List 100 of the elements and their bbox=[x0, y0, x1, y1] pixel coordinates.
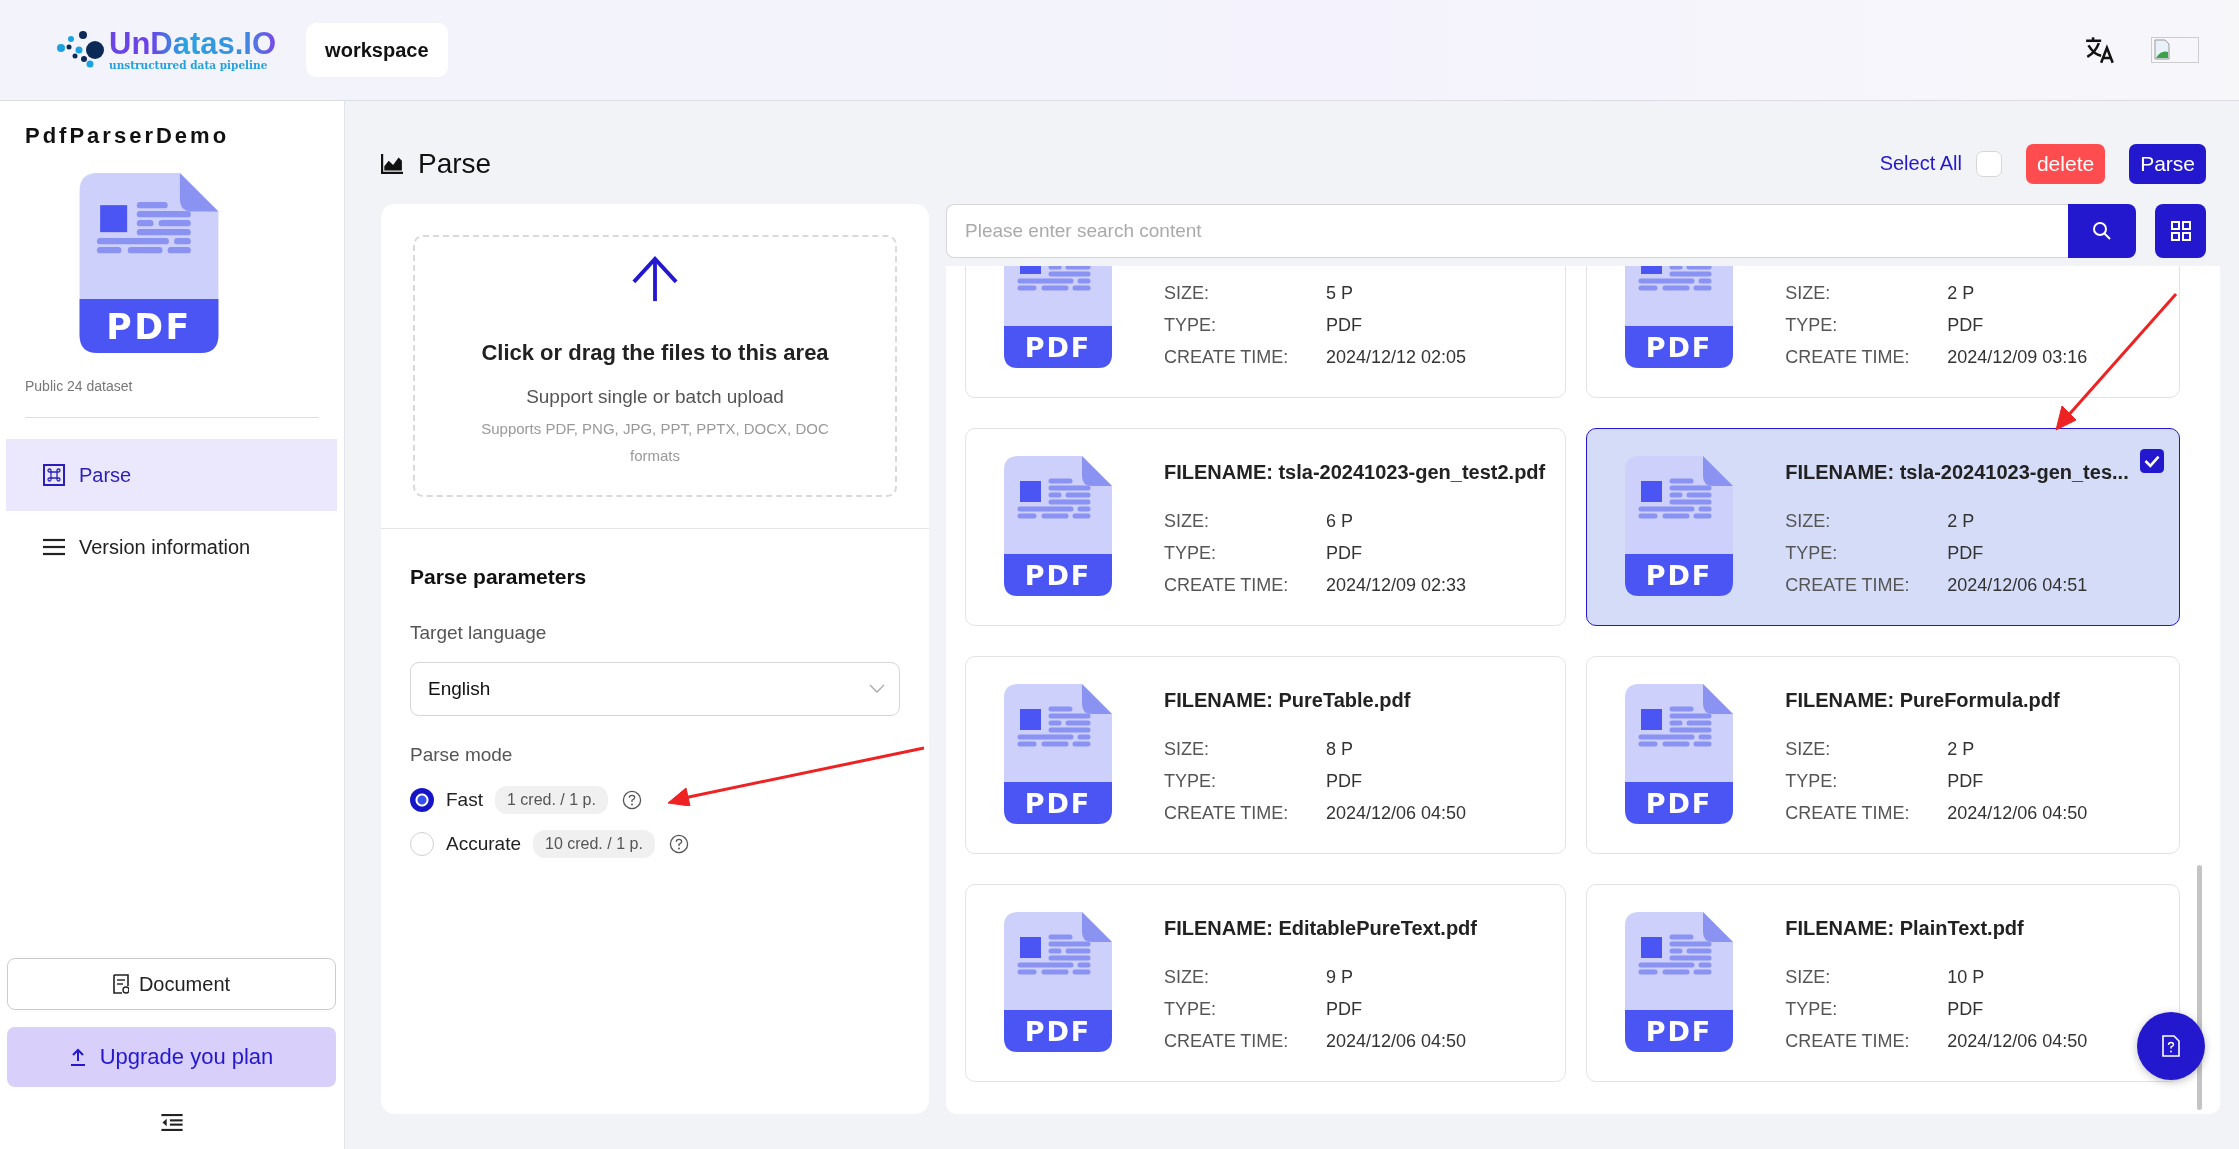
radio-label[interactable]: Accurate bbox=[446, 833, 521, 855]
field-value: 8 P bbox=[1326, 739, 1355, 760]
field-value: 2 P bbox=[1947, 739, 1976, 760]
upload-title: Click or drag the files to this area bbox=[481, 340, 829, 366]
field-label: SIZE: bbox=[1785, 739, 1832, 760]
broken-image-icon[interactable] bbox=[2151, 37, 2199, 63]
upgrade-button[interactable]: Upgrade you plan bbox=[7, 1027, 336, 1087]
field-value: 2024/12/06 04:50 bbox=[1947, 803, 2088, 824]
pdf-file-icon: PDF bbox=[1625, 684, 1734, 824]
field-value: 2024/12/09 03:16 bbox=[1947, 347, 2088, 368]
file-name: FILENAME: PureTable.pdf bbox=[1164, 689, 1412, 713]
field-value: PDF bbox=[1326, 999, 1363, 1020]
search-icon bbox=[2092, 221, 2112, 241]
cost-tag: 10 cred. / 1 p. bbox=[533, 830, 655, 858]
parse-button[interactable]: Parse bbox=[2129, 143, 2206, 184]
field-value: 2024/12/06 04:50 bbox=[1326, 803, 1467, 824]
field-label: SIZE: bbox=[1785, 967, 1832, 988]
grid-view-button[interactable] bbox=[2155, 204, 2206, 258]
field-value: 10 P bbox=[1947, 967, 1986, 988]
field-value: 2024/12/06 04:51 bbox=[1947, 575, 2089, 596]
upload-icon[interactable] bbox=[69, 1047, 86, 1067]
field-label: CREATE TIME: bbox=[1785, 347, 1911, 368]
field-label: SIZE: bbox=[1164, 739, 1210, 760]
grid-icon bbox=[2170, 221, 2191, 241]
field-label: TYPE: bbox=[1164, 543, 1217, 564]
search-button[interactable] bbox=[2068, 204, 2136, 258]
nav-item[interactable]: Version information bbox=[6, 511, 337, 583]
field-value: 9 P bbox=[1326, 967, 1355, 988]
pdf-file-icon: PDF bbox=[1004, 684, 1112, 824]
field-label: TYPE: bbox=[1785, 771, 1839, 792]
file-name: FILENAME: tsla-20241023-gen_test2.pdf bbox=[1164, 461, 1546, 485]
field-value: PDF bbox=[1326, 543, 1363, 564]
field-label: TYPE: bbox=[1785, 315, 1839, 336]
field-value: 2 P bbox=[1947, 283, 1976, 304]
file-card[interactable]: PDF FILENAME: PureFormula.pdf SIZE: 2 P TYPE: PDF CREATE TIME: 2024/12/06 04:50 bbox=[1586, 656, 2180, 854]
field-label: CREATE TIME: bbox=[1164, 575, 1290, 596]
field-label: TYPE: bbox=[1164, 999, 1217, 1020]
file-card[interactable]: PDF FILENAME: EditablePureText.pdf SIZE: 9 P TYPE: PDF CREATE TIME: 2024/12/06 04:50 bbox=[965, 884, 1567, 1082]
help-icon[interactable] bbox=[668, 834, 689, 854]
document-help-icon bbox=[2162, 1035, 2180, 1057]
field-label: Parse mode bbox=[410, 744, 514, 766]
section-title: Parse parameters bbox=[410, 565, 588, 589]
field-label: SIZE: bbox=[1164, 283, 1210, 304]
file-name: FILENAME: EditablePureText.pdf bbox=[1164, 917, 1477, 941]
pdf-file-icon: PDF bbox=[1004, 266, 1112, 368]
file-card[interactable]: PDF FILENAME: PlainText.pdf SIZE: 10 P TYPE: PDF CREATE TIME: 2024/12/06 04:50 bbox=[1586, 884, 2180, 1082]
radio-label[interactable]: Fast bbox=[446, 789, 483, 811]
upload-hint: Support single or batch upload bbox=[526, 386, 784, 408]
file-name: FILENAME: PureFormula.pdf bbox=[1785, 689, 2061, 713]
command-icon bbox=[43, 464, 65, 486]
field-value: PDF bbox=[1947, 999, 1985, 1020]
field-value: PDF bbox=[1326, 315, 1363, 336]
field-label: SIZE: bbox=[1785, 511, 1832, 532]
document-button[interactable]: Document bbox=[7, 958, 336, 1010]
pdf-file-icon: PDF bbox=[1625, 266, 1734, 368]
field-label: CREATE TIME: bbox=[1164, 1031, 1290, 1052]
field-value: 2024/12/06 04:50 bbox=[1947, 1031, 2088, 1052]
file-card[interactable]: PDF FILENAME: tsla-20241023-gen_test2.pdf SIZE: 6 P TYPE: PDF CREATE TIME: 2024/12/09 02:33 bbox=[965, 428, 1567, 626]
file-name: FILENAME: PlainText.pdf bbox=[1785, 917, 2025, 941]
workspace-tab[interactable]: workspace bbox=[306, 23, 448, 77]
file-card[interactable]: PDF FILENAME: tsla-20241023-gen_tes... SIZE: 2 P TYPE: PDF CREATE TIME: 2024/12/06 04:51 bbox=[1586, 428, 2180, 626]
dataset-label: Public 24 dataset bbox=[25, 378, 134, 394]
page-title: Parse bbox=[418, 147, 492, 180]
checkbox-checked-icon[interactable] bbox=[2140, 449, 2164, 473]
pdf-file-icon: PDF bbox=[1004, 456, 1112, 596]
document-icon[interactable] bbox=[112, 974, 129, 994]
search-field[interactable]: Please enter search content bbox=[946, 204, 2068, 258]
field-label: CREATE TIME: bbox=[1785, 803, 1911, 824]
field-label: TYPE: bbox=[1164, 315, 1217, 336]
field-label: TYPE: bbox=[1785, 999, 1839, 1020]
file-card[interactable]: PDF SIZE: 5 P TYPE: PDF CREATE TIME: 2024/12/12 02:05 bbox=[965, 266, 1567, 398]
select-all-label: Select All bbox=[1879, 152, 1962, 175]
radio-button[interactable] bbox=[410, 788, 434, 812]
field-value: PDF bbox=[1947, 543, 1985, 564]
pdf-file-icon: PDF bbox=[1625, 456, 1734, 596]
field-label: SIZE: bbox=[1164, 511, 1210, 532]
field-label: SIZE: bbox=[1785, 283, 1832, 304]
pdf-file-icon: PDF bbox=[1625, 912, 1734, 1052]
file-card[interactable]: PDF FILENAME: PureTable.pdf SIZE: 8 P TYPE: PDF CREATE TIME: 2024/12/06 04:50 bbox=[965, 656, 1567, 854]
chart-icon bbox=[381, 153, 403, 174]
select-all-checkbox[interactable] bbox=[1975, 150, 2002, 177]
file-name: FILENAME: tsla-20241023-gen_tes... bbox=[1785, 461, 2129, 485]
translate-icon[interactable] bbox=[2085, 36, 2115, 64]
radio-button[interactable] bbox=[410, 832, 434, 856]
field-value: 2024/12/12 02:05 bbox=[1326, 347, 1467, 368]
file-card[interactable]: PDF SIZE: 2 P TYPE: PDF CREATE TIME: 2024/12/09 03:16 bbox=[1586, 266, 2180, 398]
collapse-icon[interactable] bbox=[160, 1114, 183, 1131]
help-icon[interactable] bbox=[621, 790, 642, 810]
field-label: Target language bbox=[410, 622, 548, 644]
field-value: 2024/12/06 04:50 bbox=[1326, 1031, 1468, 1052]
field-value: PDF bbox=[1947, 315, 1985, 336]
pdf-file-icon: PDF bbox=[1004, 912, 1112, 1052]
field-label: CREATE TIME: bbox=[1164, 347, 1290, 368]
field-label: CREATE TIME: bbox=[1164, 803, 1290, 824]
field-value: 2 P bbox=[1947, 511, 1976, 532]
upload-area[interactable]: Click or drag the files to this area Support single or batch upload Supports PDF, PNG, JPG, PPT, PPTX, DOCX, DOC formats bbox=[413, 235, 897, 497]
logo: UnDatas.IO unstructured data pipeline bbox=[57, 29, 277, 71]
project-title: PdfParserDemo bbox=[25, 123, 231, 149]
nav-item[interactable]: Parse bbox=[6, 439, 337, 511]
language-select[interactable]: English bbox=[410, 662, 900, 716]
